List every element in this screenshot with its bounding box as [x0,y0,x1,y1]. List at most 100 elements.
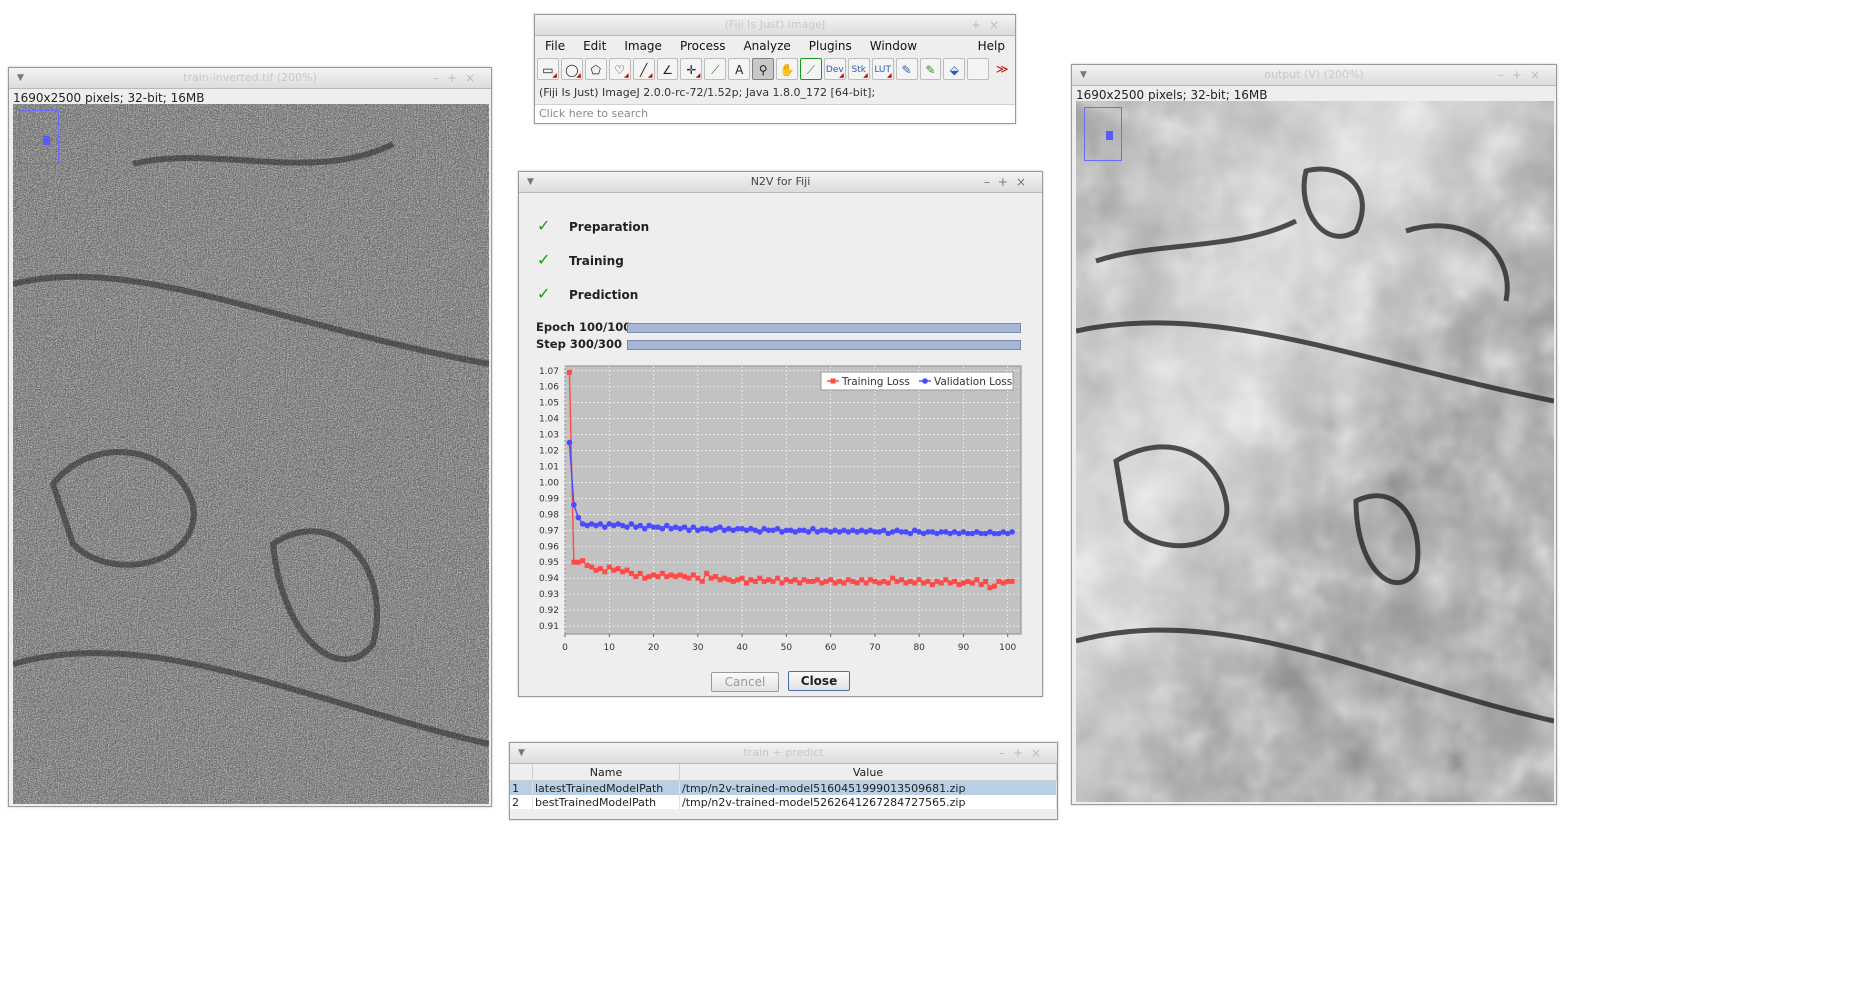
data-point [788,578,794,584]
left-window-titlebar[interactable]: ▼ train-inverted.tif (200%) –+× [9,68,491,89]
color-picker-tool-icon[interactable]: ⟋ [799,58,822,80]
window-controls[interactable]: –+× [1498,65,1548,85]
more-tools-icon[interactable]: ≫ [991,58,1013,80]
table-row[interactable]: 2 bestTrainedModelPath /tmp/n2v-trained-… [510,795,1057,809]
data-point [903,580,909,586]
magnifier-tool-icon[interactable]: ⚲ [752,58,775,80]
column-header[interactable]: Value [679,764,1057,781]
wand-tool-icon[interactable]: ⟋ [704,58,727,80]
results-titlebar[interactable]: ▼ train + predict –+× [510,743,1057,764]
x-tick-label: 10 [604,643,616,653]
data-point [775,575,781,581]
data-point [566,369,572,375]
menu-analyze[interactable]: Analyze [737,36,802,56]
text-tool-icon[interactable]: A [728,58,751,80]
data-point [624,567,630,573]
data-point [947,580,953,586]
rectangle-tool-icon[interactable]: ▭ ◢ [537,58,559,80]
dev-tool-icon[interactable]: Dev ◢ [823,58,846,80]
blank-tool-icon[interactable] [967,58,990,80]
y-tick-label: 0.96 [539,542,559,552]
data-point [969,580,975,586]
menu-image[interactable]: Image [618,36,674,56]
data-point [1005,578,1011,584]
row-index: 1 [510,780,533,795]
data-point [726,577,732,583]
menu-file[interactable]: File [539,36,577,56]
flood-fill-tool-icon[interactable]: ⬙ [943,58,966,80]
window-controls[interactable]: –+× [433,68,483,88]
window-controls[interactable]: –+× [984,172,1034,192]
data-point [580,558,586,564]
data-point [828,577,834,583]
data-point [792,577,798,583]
hand-tool-icon[interactable]: ✋ [776,58,798,80]
data-point [699,578,705,584]
left-image-window: ▼ train-inverted.tif (200%) –+× 1690x250… [8,67,492,807]
angle-tool-icon[interactable]: ∠ [656,58,679,80]
x-tick-label: 30 [692,643,704,653]
legend-marker [830,378,836,384]
pencil-tool-icon[interactable]: ✎ [895,58,918,80]
imagej-search-bar[interactable]: Click here to search [535,104,1015,123]
window-menu-icon[interactable]: ▼ [1080,65,1087,85]
right-image-canvas[interactable] [1076,101,1554,802]
n2v-titlebar[interactable]: ▼ N2V for Fiji –+× [519,172,1042,193]
data-point [872,578,878,584]
data-point [704,570,710,576]
data-point [885,580,891,586]
freehand-tool-icon[interactable]: ♡ ◢ [608,58,631,80]
menu-process[interactable]: Process [674,36,738,56]
stack-tool-icon[interactable]: Stk ◢ [847,58,870,80]
data-point [770,578,776,584]
data-point [721,575,727,581]
y-tick-label: 0.91 [539,622,559,632]
oval-tool-icon[interactable]: ◯ ◢ [560,58,583,80]
left-image-canvas[interactable] [13,104,489,804]
data-point [783,577,789,583]
menu-edit[interactable]: Edit [577,36,618,56]
data-point [845,577,851,583]
data-point [659,570,665,576]
data-point [677,572,683,578]
data-point [876,580,882,586]
window-controls[interactable]: –+× [999,743,1049,763]
data-point [730,578,736,584]
menu-window[interactable]: Window [864,36,929,56]
window-controls[interactable]: +× [971,15,1007,35]
data-point [615,566,621,572]
close-button[interactable]: Close [788,671,850,691]
data-point [890,575,896,581]
data-point [668,572,674,578]
line-tool-icon[interactable]: ╱ ◢ [632,58,655,80]
x-tick-label: 50 [781,643,793,653]
data-point [859,577,865,583]
data-point [805,578,811,584]
window-menu-icon[interactable]: ▼ [17,68,24,88]
polygon-tool-icon[interactable]: ⬠ [584,58,607,80]
imagej-status-bar: (Fiji Is Just) ImageJ 2.0.0-rc-72/1.52p;… [539,86,876,99]
data-point [925,578,931,584]
point-tool-icon[interactable]: ✛ ◢ [680,58,703,80]
lut-tool-icon[interactable]: LUT ◢ [871,58,894,80]
imagej-titlebar[interactable]: (Fiji Is Just) ImageJ +× [535,15,1015,36]
brush-tool-icon[interactable]: ✎ [919,58,942,80]
data-point [655,574,661,580]
table-row[interactable]: 1 latestTrainedModelPath /tmp/n2v-traine… [510,780,1057,795]
right-window-titlebar[interactable]: ▼ output (V) (200%) –+× [1072,65,1556,86]
window-menu-icon[interactable]: ▼ [527,172,534,192]
column-header[interactable]: Name [532,764,680,781]
loss-chart: 0.91 0.92 0.93 0.94 0.95 0.96 0.97 0.98 0.99 1.00… [539,365,1022,653]
roi-marker [1106,131,1113,140]
imagej-menubar: File Edit Image Process Analyze Plugins … [535,36,1015,56]
denoised-image [1076,101,1554,802]
noisy-image [13,104,489,804]
column-header[interactable] [510,764,533,781]
y-tick-label: 1.07 [539,367,559,377]
cancel-button[interactable]: Cancel [711,672,779,692]
window-menu-icon[interactable]: ▼ [518,743,525,763]
x-tick-label: 0 [562,643,568,653]
menu-plugins[interactable]: Plugins [803,36,864,56]
results-title: train + predict [743,746,824,759]
menu-help[interactable]: Help [972,36,1015,56]
